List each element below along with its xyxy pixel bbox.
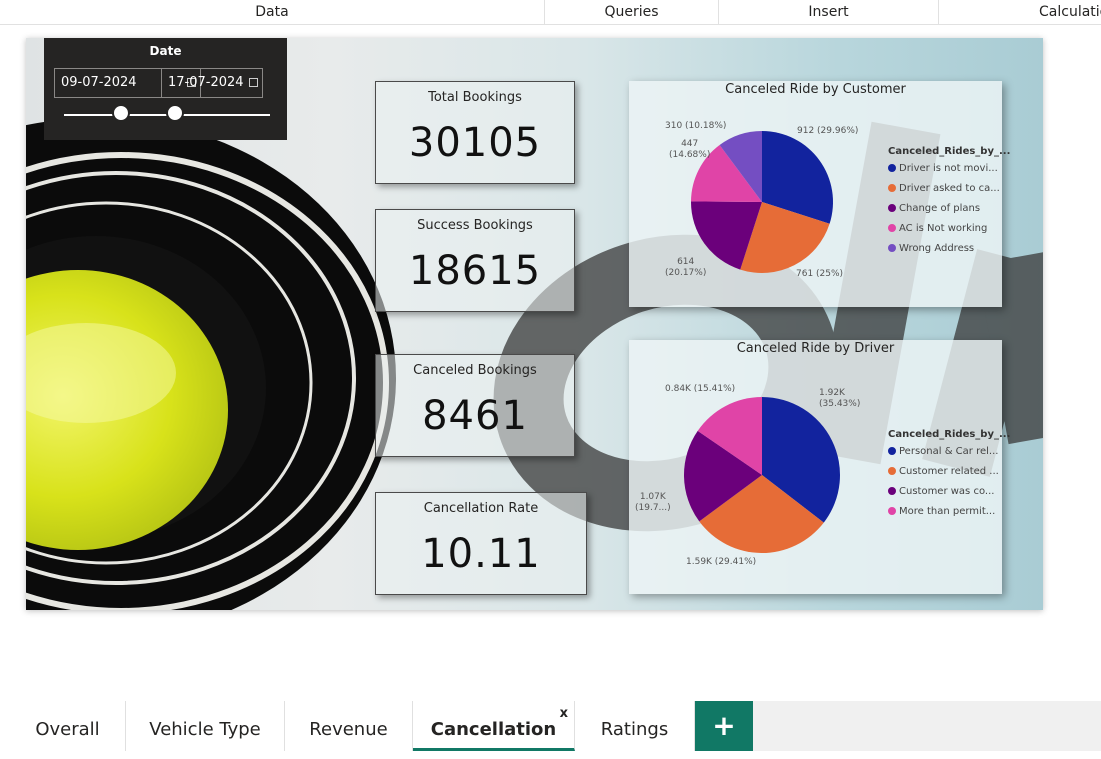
close-tab-icon[interactable]: x [560, 707, 568, 721]
ribbon-tab-queries[interactable]: Queries [545, 0, 719, 24]
legend-item[interactable]: Driver asked to ca... [888, 183, 1000, 194]
kpi-value: 30105 [408, 120, 542, 166]
kpi-value: 8461 [422, 393, 528, 439]
kpi-title: Success Bookings [417, 218, 533, 233]
add-page-button[interactable]: + [695, 701, 753, 751]
legend-item[interactable]: Customer was co... [888, 486, 994, 497]
legend-title: Canceled_Rides_by_... [888, 146, 1011, 157]
legend-dot-icon [888, 447, 896, 455]
tab-revenue[interactable]: Revenue [285, 701, 413, 751]
legend-label: Driver is not movi... [899, 163, 998, 174]
data-label: 1.07K (19.7...) [635, 492, 671, 513]
legend-item[interactable]: More than permit... [888, 506, 995, 517]
end-slider-handle[interactable] [166, 104, 184, 122]
legend-dot-icon [888, 487, 896, 495]
canceled-by-driver-chart[interactable]: Canceled Ride by Driver 0.84K (15.41%) 1… [629, 340, 1010, 594]
ribbon-tab-insert[interactable]: Insert [719, 0, 939, 24]
legend-label: Driver asked to ca... [899, 183, 1000, 194]
legend-dot-icon [888, 224, 896, 232]
legend-item[interactable]: Change of plans [888, 203, 980, 214]
tab-vehicle-type[interactable]: Vehicle Type [126, 701, 285, 751]
canceled-by-customer-chart[interactable]: Canceled Ride by Customer 310 (10.18%) 4… [629, 81, 1010, 307]
kpi-title: Total Bookings [428, 90, 522, 105]
data-label: 0.84K (15.41%) [665, 384, 736, 394]
kpi-canceled-bookings[interactable]: Canceled Bookings 8461 [375, 354, 575, 457]
legend-label: Customer was co... [899, 486, 995, 497]
legend-label: Customer related ... [899, 466, 999, 477]
calendar-icon[interactable] [249, 78, 258, 87]
page-tab-bar: Overall Vehicle Type Revenue Cancellatio… [0, 701, 1101, 751]
legend-label: Change of plans [899, 203, 981, 214]
kpi-value: 18615 [408, 248, 542, 294]
legend-dot-icon [888, 507, 896, 515]
data-label: 614 (20.17%) [665, 257, 707, 278]
kpi-cancellation-rate[interactable]: Cancellation Rate 10.11 [375, 492, 587, 595]
legend-dot-icon [888, 184, 896, 192]
data-label: 912 (29.96%) [797, 126, 859, 136]
end-date-field[interactable]: 17-07-2024 [161, 68, 263, 98]
ribbon-tab-calculations[interactable]: Calculations [939, 0, 1101, 24]
legend-item[interactable]: Wrong Address [888, 243, 974, 254]
data-label: 447 (14.68%) [669, 139, 711, 160]
legend-dot-icon [888, 467, 896, 475]
start-slider-handle[interactable] [112, 104, 130, 122]
legend-item[interactable]: Personal & Car rel... [888, 446, 998, 457]
legend-label: Personal & Car rel... [899, 446, 999, 457]
legend-item[interactable]: Driver is not movi... [888, 163, 998, 174]
tab-overall[interactable]: Overall [10, 701, 126, 751]
kpi-title: Canceled Bookings [413, 363, 537, 378]
legend-item[interactable]: Customer related ... [888, 466, 999, 477]
kpi-total-bookings[interactable]: Total Bookings 30105 [375, 81, 575, 184]
legend-label: Wrong Address [899, 243, 975, 254]
ribbon: Data Queries Insert Calculations [0, 0, 1101, 25]
data-label: 761 (25%) [796, 269, 844, 279]
legend-title: Canceled_Rides_by_... [888, 429, 1011, 440]
ribbon-tab-data[interactable]: Data [0, 0, 545, 24]
slicer-title: Date [149, 44, 182, 58]
data-label: 310 (10.18%) [665, 121, 727, 131]
tab-cancellation[interactable]: Cancellation x [413, 701, 575, 751]
legend-label: More than permit... [899, 506, 996, 517]
data-label: 1.92K (35.43%) [819, 388, 861, 409]
legend-item[interactable]: AC is Not working [888, 223, 987, 234]
legend-dot-icon [888, 244, 896, 252]
kpi-value: 10.11 [421, 531, 541, 577]
date-slicer: Date 09-07-2024 17-07-2024 [44, 38, 287, 140]
legend-dot-icon [888, 164, 896, 172]
legend-dot-icon [888, 204, 896, 212]
kpi-title: Cancellation Rate [423, 501, 539, 516]
tab-ratings[interactable]: Ratings [575, 701, 695, 751]
data-label: 1.59K (29.41%) [686, 557, 757, 567]
legend-label: AC is Not working [899, 223, 988, 234]
kpi-success-bookings[interactable]: Success Bookings 18615 [375, 209, 575, 312]
